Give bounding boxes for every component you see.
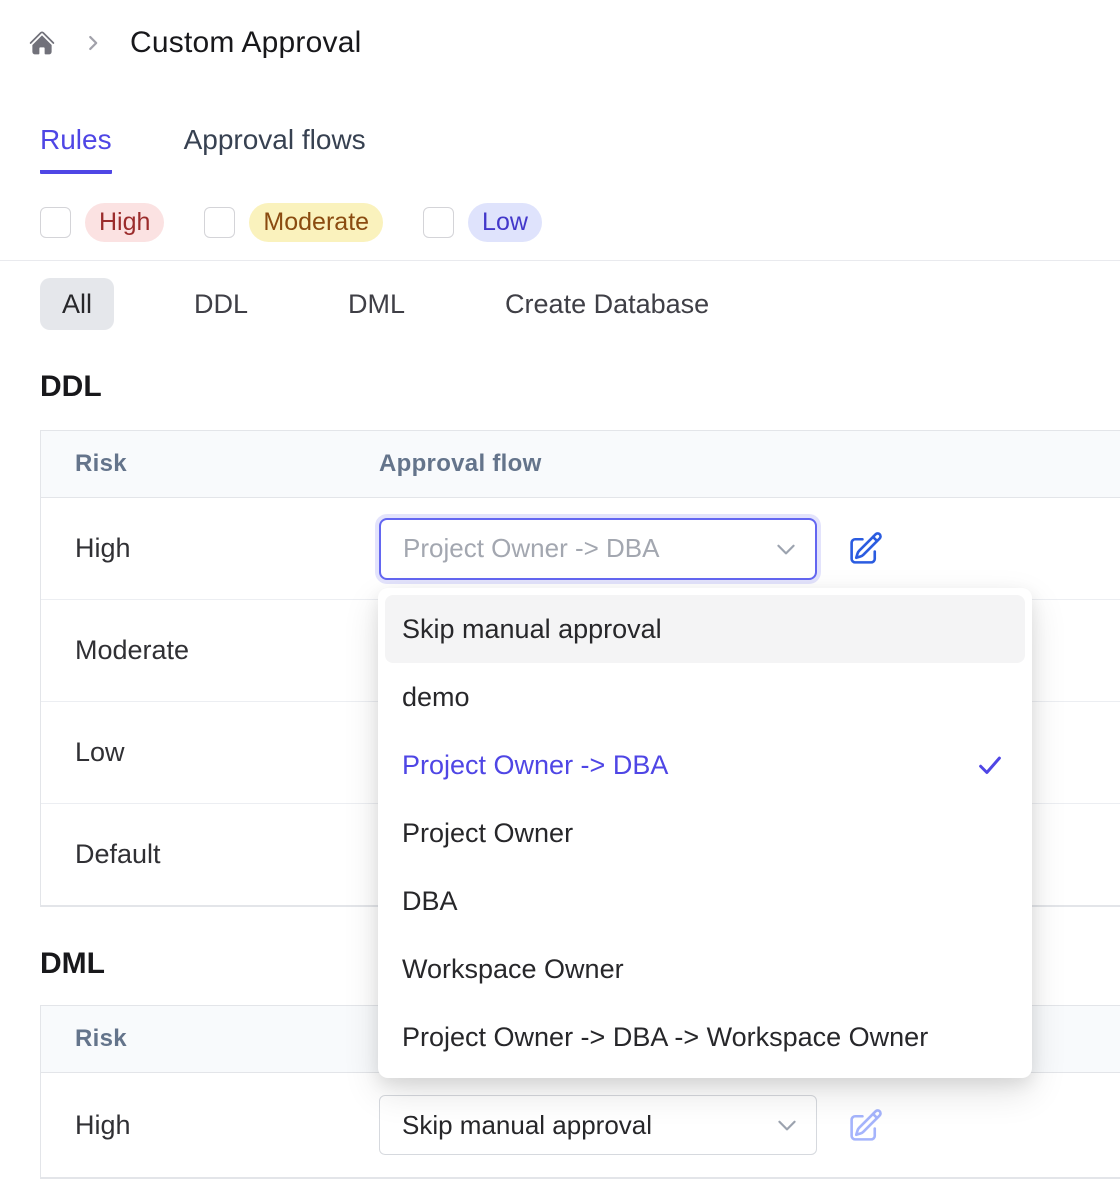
pencil-square-icon — [847, 1107, 884, 1144]
dropdown-option-project-owner-dba[interactable]: Project Owner -> DBA — [385, 731, 1025, 799]
approval-flow-cell: Skip manual approval — [379, 1095, 1120, 1155]
custom-approval-page: Custom Approval Rules Approval flows Hig… — [0, 0, 1120, 1180]
dropdown-option-label: Project Owner -> DBA -> Workspace Owner — [402, 1022, 928, 1053]
dropdown-option-dba[interactable]: DBA — [385, 867, 1025, 935]
category-tab-bar: All DDL DML Create Database — [40, 278, 1120, 330]
low-risk-checkbox[interactable] — [423, 207, 454, 238]
risk-cell: Low — [41, 737, 379, 768]
approval-flow-select[interactable]: Project Owner -> DBA — [379, 518, 817, 580]
high-risk-badge: High — [85, 203, 164, 242]
page-title: Custom Approval — [130, 26, 361, 60]
home-icon[interactable] — [28, 29, 56, 57]
chevron-right-icon — [82, 32, 104, 54]
tab-rules[interactable]: Rules — [40, 124, 112, 174]
dropdown-option-label: Project Owner — [402, 818, 573, 849]
table-header: Risk Approval flow — [41, 431, 1120, 498]
dropdown-option-label: demo — [402, 682, 470, 713]
filter-group-moderate: Moderate — [204, 203, 383, 242]
table-row-high: High Project Owner -> DBA — [41, 498, 1120, 600]
dropdown-option-workspace-owner[interactable]: Workspace Owner — [385, 935, 1025, 1003]
risk-cell: Default — [41, 839, 379, 870]
risk-cell: High — [41, 533, 379, 564]
moderate-risk-checkbox[interactable] — [204, 207, 235, 238]
category-tab-dml[interactable]: DML — [328, 278, 425, 330]
section-divider — [0, 260, 1120, 261]
approval-flow-column-header: Approval flow — [379, 450, 1120, 478]
dropdown-option-skip-manual-approval[interactable]: Skip manual approval — [385, 595, 1025, 663]
chevron-down-icon — [774, 1112, 800, 1138]
tab-approval-flows[interactable]: Approval flows — [184, 124, 366, 174]
category-tab-ddl[interactable]: DDL — [174, 278, 268, 330]
approval-flow-select[interactable]: Skip manual approval — [379, 1095, 817, 1155]
category-tab-create-database[interactable]: Create Database — [485, 278, 729, 330]
dropdown-option-demo[interactable]: demo — [385, 663, 1025, 731]
ddl-section-title: DDL — [40, 370, 1120, 404]
dropdown-option-project-owner-dba-workspace-owner[interactable]: Project Owner -> DBA -> Workspace Owner — [385, 1003, 1025, 1071]
approval-flow-dropdown: Skip manual approval demo Project Owner … — [378, 588, 1032, 1078]
risk-filter-row: High Moderate Low — [40, 202, 1120, 242]
approval-flow-select-value: Project Owner -> DBA — [403, 533, 659, 564]
dropdown-option-label: Workspace Owner — [402, 954, 624, 985]
risk-column-header: Risk — [41, 1025, 379, 1053]
dropdown-option-project-owner[interactable]: Project Owner — [385, 799, 1025, 867]
filter-group-high: High — [40, 203, 164, 242]
dropdown-option-label: Project Owner -> DBA — [402, 750, 668, 781]
dropdown-option-label: Skip manual approval — [402, 614, 662, 645]
low-risk-badge: Low — [468, 203, 542, 242]
approval-flow-select-value: Skip manual approval — [402, 1110, 652, 1141]
breadcrumb: Custom Approval — [0, 0, 1120, 60]
risk-column-header: Risk — [41, 450, 379, 478]
tab-bar: Rules Approval flows — [40, 124, 1120, 174]
risk-cell: High — [41, 1110, 379, 1141]
edit-flow-button[interactable] — [845, 1105, 885, 1145]
category-tab-all[interactable]: All — [40, 278, 114, 330]
chevron-down-icon — [773, 536, 799, 562]
pencil-square-icon — [847, 530, 884, 567]
check-icon — [975, 750, 1005, 780]
edit-flow-button[interactable] — [845, 529, 885, 569]
table-row-high: High Skip manual approval — [41, 1073, 1120, 1178]
moderate-risk-badge: Moderate — [249, 203, 383, 242]
high-risk-checkbox[interactable] — [40, 207, 71, 238]
approval-flow-cell: Project Owner -> DBA — [379, 518, 1120, 580]
filter-group-low: Low — [423, 203, 542, 242]
risk-cell: Moderate — [41, 635, 379, 666]
dropdown-option-label: DBA — [402, 886, 458, 917]
